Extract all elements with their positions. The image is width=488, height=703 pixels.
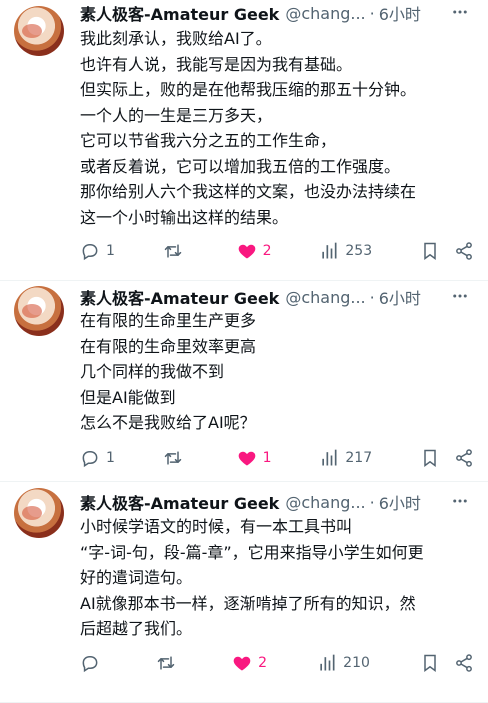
tweet-text-line: 几个同样的我做不到 xyxy=(80,362,225,381)
views-icon xyxy=(317,653,337,673)
timestamp[interactable]: 6小时 xyxy=(379,490,421,514)
separator-dot: · xyxy=(369,492,375,512)
author-handle[interactable]: @chang... xyxy=(285,4,365,23)
tweet-header: 素人极客-Amateur Geek @chang... · 6小时 xyxy=(80,285,474,309)
tweet-text: 在有限的生命里生产更多 在有限的生命里效率更高 几个同样的我做不到 但是AI能做到怎么… xyxy=(80,308,480,436)
tweet-actions-right xyxy=(420,653,474,673)
tweet-text-line: 或者反着说，它可以增加我五倍的工作强度。 xyxy=(80,156,401,176)
heart-icon xyxy=(232,653,252,673)
share-icon xyxy=(454,448,474,468)
separator-dot: · xyxy=(369,3,375,23)
tweet-header: 素人极客-Amateur Geek @chang... · 6小时 xyxy=(80,1,474,25)
tweet-text-line: 后超越了我们。 xyxy=(80,619,193,638)
views-button[interactable]: 217 xyxy=(319,448,372,468)
retweet-icon xyxy=(163,448,183,468)
tweet-text-line: 一个人的一生是三万多天， xyxy=(80,105,273,125)
reply-button[interactable]: 1 xyxy=(80,241,115,261)
tweet-text-line: 小时候学语文的时候，有一本工具书叫 xyxy=(80,517,353,536)
tweet-text-line: 但是AI能做到 xyxy=(80,387,176,407)
avatar[interactable] xyxy=(14,286,64,336)
like-button[interactable]: 1 xyxy=(237,448,272,468)
more-button[interactable] xyxy=(450,492,470,512)
bookmark-icon xyxy=(420,653,440,673)
timestamp[interactable]: 6小时 xyxy=(379,285,421,309)
retweet-icon xyxy=(163,241,183,261)
like-count: 1 xyxy=(262,450,272,466)
tweet-item[interactable]: 素人极客-Amateur Geek @chang... · 6小时 在有限的生命里生产更… xyxy=(0,281,488,482)
bookmark-button[interactable] xyxy=(420,241,440,261)
retweet-button[interactable] xyxy=(163,241,189,261)
more-icon xyxy=(451,5,469,26)
retweet-button[interactable] xyxy=(163,448,189,468)
tweet-text-line: “字-词-句，段-篇-章”，它用来指导小学生如何更 xyxy=(80,542,424,562)
retweet-button[interactable] xyxy=(156,653,182,673)
tweet-actions: 2 210 xyxy=(80,652,474,674)
tweet-text-line: 我此刻承认，我败给AI了。 xyxy=(80,29,272,48)
author-name[interactable]: 素人极客-Amateur Geek xyxy=(80,1,279,25)
reply-count: 1 xyxy=(106,243,115,259)
tweet-text-line: 它可以节省我六分之五的工作生命， xyxy=(80,131,337,150)
tweet-text: 小时候学语文的时候，有一本工具书叫 “字-词-句，段-篇-章”，它用来指导小学生如… xyxy=(80,514,480,642)
share-icon xyxy=(454,241,474,261)
tweet-actions-right xyxy=(420,448,474,468)
separator-dot: · xyxy=(369,287,375,307)
author-handle[interactable]: @chang... xyxy=(285,288,365,307)
tweet-item[interactable]: 素人极客-Amateur Geek @chang... · 6小时 小时候学语文的时候，… xyxy=(0,482,488,703)
heart-icon xyxy=(237,448,257,468)
share-button[interactable] xyxy=(454,241,474,261)
reply-button[interactable] xyxy=(80,653,106,673)
timeline: 素人极客-Amateur Geek @chang... · 6小时 我此刻承认，我败给A… xyxy=(0,0,488,703)
retweet-icon xyxy=(156,653,176,673)
tweet-text-line: 在有限的生命里效率更高 xyxy=(80,336,257,356)
more-button[interactable] xyxy=(450,3,470,23)
views-count: 253 xyxy=(345,243,373,259)
share-button[interactable] xyxy=(454,653,474,673)
like-button[interactable]: 2 xyxy=(237,241,272,261)
bookmark-button[interactable] xyxy=(420,653,440,673)
views-button[interactable]: 210 xyxy=(317,653,370,673)
tweet-text-line: 好的遣词造句。 xyxy=(80,568,193,587)
heart-icon xyxy=(237,241,257,261)
tweet-text-line: 但实际上，败的是在他帮我压缩的那五十分钟。 xyxy=(80,80,417,99)
author-name[interactable]: 素人极客-Amateur Geek xyxy=(80,285,279,309)
more-button[interactable] xyxy=(450,287,470,307)
tweet-actions-right xyxy=(420,241,474,261)
reply-count: 1 xyxy=(106,450,115,466)
views-icon xyxy=(319,448,339,468)
tweet-item[interactable]: 素人极客-Amateur Geek @chang... · 6小时 我此刻承认，我败给A… xyxy=(0,0,488,281)
author-name[interactable]: 素人极客-Amateur Geek xyxy=(80,490,279,514)
share-icon xyxy=(454,653,474,673)
timestamp[interactable]: 6小时 xyxy=(379,1,421,25)
tweet-text-line: AI就像那本书一样，逐渐啃掉了所有的知识，然 xyxy=(80,593,416,613)
like-count: 2 xyxy=(258,655,268,671)
reply-icon xyxy=(80,241,100,261)
tweet-text-line: 在有限的生命里生产更多 xyxy=(80,311,257,330)
author-handle[interactable]: @chang... xyxy=(285,493,365,512)
like-count: 2 xyxy=(262,243,272,259)
reply-icon xyxy=(80,448,100,468)
bookmark-icon xyxy=(420,241,440,261)
like-button[interactable]: 2 xyxy=(232,653,267,673)
tweet-text-line: 也许有人说，我能写是因为我有基础。 xyxy=(80,54,353,74)
reply-icon xyxy=(80,653,100,673)
tweet-actions: 1 2 253 xyxy=(80,240,474,262)
avatar[interactable] xyxy=(14,6,64,56)
bookmark-button[interactable] xyxy=(420,448,440,468)
views-icon xyxy=(319,241,339,261)
views-count: 210 xyxy=(343,655,370,671)
tweet-text-line: 这一个小时输出这样的结果。 xyxy=(80,207,289,227)
share-button[interactable] xyxy=(454,448,474,468)
tweet-text-line: 怎么不是我败给了AI呢？ xyxy=(80,413,256,432)
tweet-text: 我此刻承认，我败给AI了。也许有人说，我能写是因为我有基础。但实际上，败的是在他… xyxy=(80,26,480,230)
views-button[interactable]: 253 xyxy=(319,241,372,261)
tweet-text-line: 那你给别人六个我这样的文案，也没办法持续在 xyxy=(80,182,417,201)
tweet-header: 素人极客-Amateur Geek @chang... · 6小时 xyxy=(80,490,474,514)
views-count: 217 xyxy=(345,450,373,466)
tweet-actions: 1 1 217 xyxy=(80,447,474,469)
more-icon xyxy=(451,289,469,310)
more-icon xyxy=(451,494,469,515)
bookmark-icon xyxy=(420,448,440,468)
avatar[interactable] xyxy=(14,488,64,538)
reply-button[interactable]: 1 xyxy=(80,448,115,468)
